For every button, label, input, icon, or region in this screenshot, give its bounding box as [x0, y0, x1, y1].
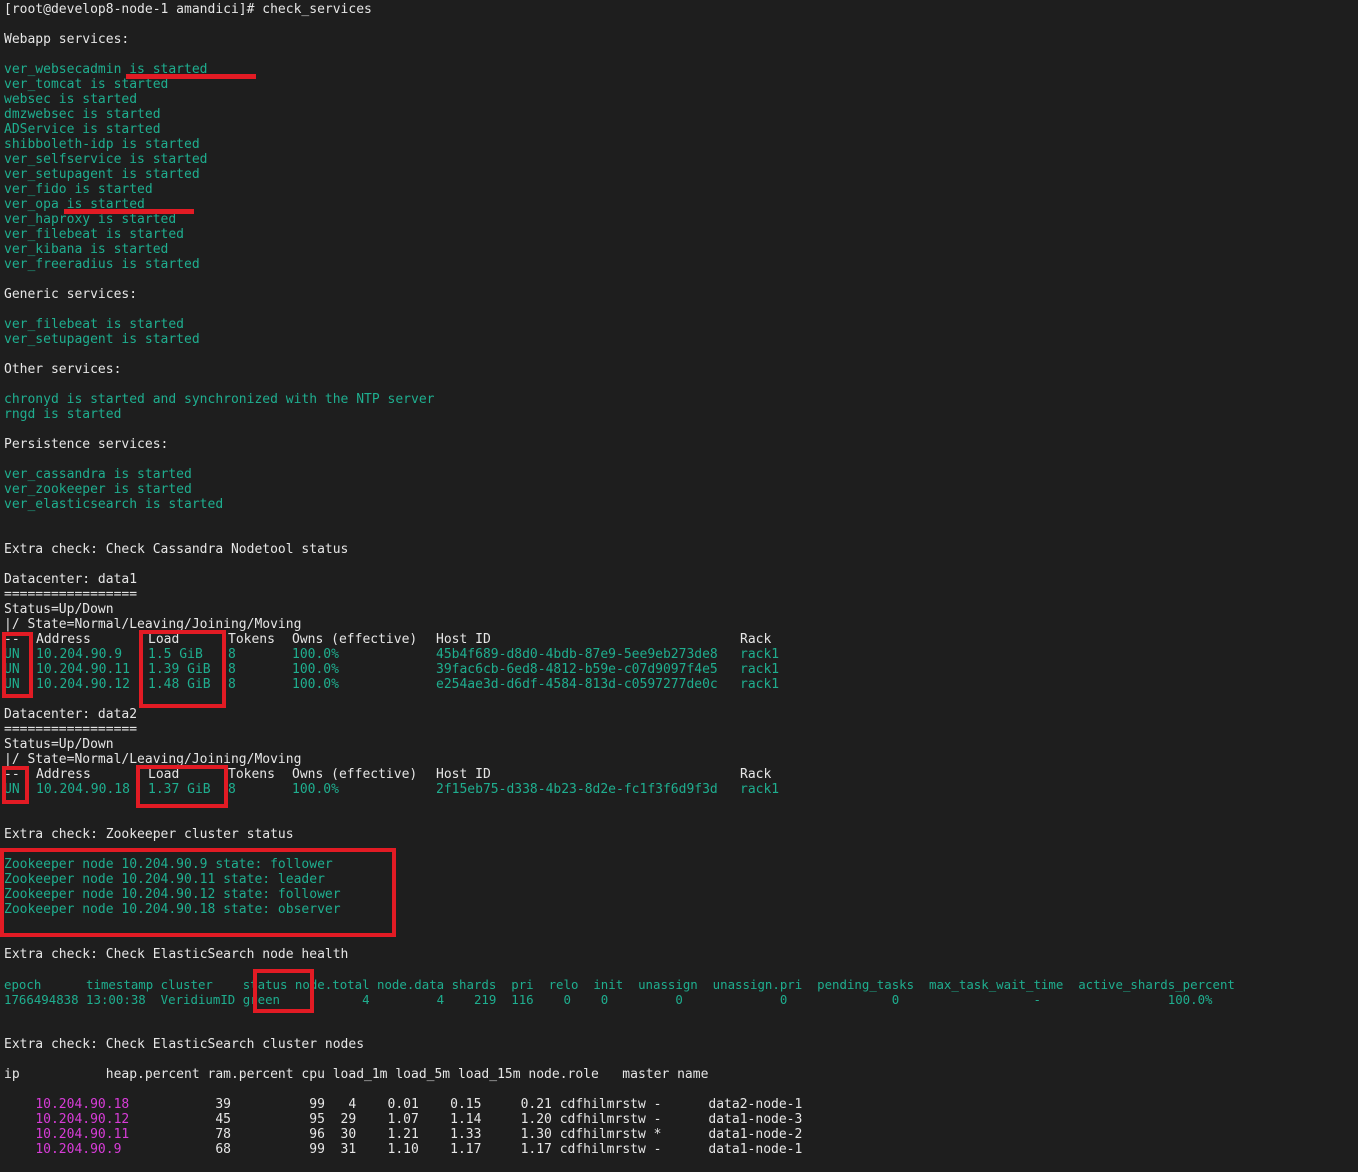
- service-line: dmzwebsec is started: [4, 107, 161, 122]
- persistence-services-header: Persistence services:: [4, 437, 169, 452]
- node-address: 10.204.90.18: [36, 782, 130, 797]
- datacenter-title: Datacenter: data2: [4, 707, 138, 722]
- service-line: ver_setupagent is started: [4, 167, 200, 182]
- service-line: shibboleth-idp is started: [4, 137, 200, 152]
- red-box-annotation: [2, 632, 33, 698]
- node-address: 10.204.90.11: [36, 662, 130, 677]
- red-box-annotation: [139, 630, 226, 708]
- status-legend: Status=Up/Down: [4, 737, 114, 752]
- generic-services-header: Generic services:: [4, 287, 138, 302]
- red-underline-annotation: [64, 209, 194, 214]
- es-node-row: 10.204.90.18 39 99 4 0.01 0.15 0.21 cdfh…: [4, 1082, 802, 1112]
- webapp-services-header: Webapp services:: [4, 32, 130, 47]
- node-owns: 100.0%: [292, 782, 339, 797]
- service-line: ver_cassandra is started: [4, 467, 192, 482]
- command-prompt: [root@develop8-node-1 amandici]# check_s…: [4, 2, 372, 17]
- node-rack: rack1: [740, 662, 780, 677]
- other-services-header: Other services:: [4, 362, 122, 377]
- column-header: Address: [36, 632, 91, 647]
- status-legend: Status=Up/Down: [4, 602, 114, 617]
- es-node-row: 10.204.90.11 78 96 30 1.21 1.33 1.30 cdf…: [4, 1112, 802, 1142]
- node-address: 10.204.90.12: [36, 677, 130, 692]
- service-line: ver_tomcat is started: [4, 77, 169, 92]
- service-line: ver_filebeat is started: [4, 227, 185, 242]
- node-tokens: 8: [228, 662, 236, 677]
- red-box-annotation: [253, 969, 314, 1013]
- es-nodes-check-header: Extra check: Check ElasticSearch cluster…: [4, 1037, 365, 1052]
- node-owns: 100.0%: [292, 677, 339, 692]
- node-rack: rack1: [740, 647, 780, 662]
- service-line: ver_filebeat is started: [4, 317, 185, 332]
- es-health-values: 1766494838 13:00:38 VeridiumID green 4 4…: [4, 992, 1213, 1007]
- service-line: ver_setupagent is started: [4, 332, 200, 347]
- column-header: Rack: [740, 632, 772, 647]
- datacenter-underline: =================: [4, 722, 138, 737]
- terminal-window[interactable]: [root@develop8-node-1 amandici]# check_s…: [0, 0, 1358, 1157]
- node-tokens: 8: [228, 782, 236, 797]
- column-header: Host ID: [436, 632, 491, 647]
- node-address: 10.204.90.9: [36, 647, 123, 662]
- node-tokens: 8: [228, 677, 236, 692]
- node-host-id: 45b4f689-d8d0-4bdb-87e9-5ee9eb273de8: [436, 647, 718, 662]
- column-header: Tokens: [228, 632, 275, 647]
- service-line: ver_kibana is started: [4, 242, 169, 257]
- node-rack: rack1: [740, 782, 780, 797]
- service-line: ver_fido is started: [4, 182, 153, 197]
- node-host-id: 2f15eb75-d338-4b23-8d2e-fc1f3f6d9f3d: [436, 782, 718, 797]
- column-header: Owns (effective): [292, 767, 418, 782]
- node-host-id: e254ae3d-d6df-4584-813d-c0597277de0c: [436, 677, 718, 692]
- service-line: websec is started: [4, 92, 138, 107]
- column-header: Address: [36, 767, 91, 782]
- service-line: ver_elasticsearch is started: [4, 497, 224, 512]
- es-node-row: 10.204.90.12 45 95 29 1.07 1.14 1.20 cdf…: [4, 1097, 802, 1127]
- node-tokens: 8: [228, 647, 236, 662]
- service-line: ver_zookeeper is started: [4, 482, 192, 497]
- cassandra-check-header: Extra check: Check Cassandra Nodetool st…: [4, 542, 349, 557]
- es-node-row: 10.204.90.9 68 99 31 1.10 1.17 1.17 cdfh…: [4, 1127, 802, 1157]
- node-rack: rack1: [740, 677, 780, 692]
- red-box-annotation: [136, 765, 228, 808]
- node-owns: 100.0%: [292, 647, 339, 662]
- node-owns: 100.0%: [292, 662, 339, 677]
- es-node-stats: 68 99 31 1.10 1.17 1.17 cdfhilmrstw - da…: [121, 1142, 803, 1157]
- service-line: ver_selfservice is started: [4, 152, 208, 167]
- column-header: Tokens: [228, 767, 275, 782]
- service-line: ver_haproxy is started: [4, 212, 177, 227]
- service-line: chronyd is started and synchronized with…: [4, 392, 435, 407]
- column-header: Rack: [740, 767, 772, 782]
- es-node-ip: 10.204.90.9: [35, 1142, 122, 1157]
- datacenter-underline: =================: [4, 587, 138, 602]
- service-line: ADService is started: [4, 122, 161, 137]
- red-box-annotation: [0, 848, 396, 937]
- service-line: rngd is started: [4, 407, 122, 422]
- column-header: Host ID: [436, 767, 491, 782]
- red-underline-annotation: [126, 74, 256, 79]
- datacenter-title: Datacenter: data1: [4, 572, 138, 587]
- service-line: ver_freeradius is started: [4, 257, 200, 272]
- es-health-columns: epoch timestamp cluster status node.tota…: [4, 977, 1235, 992]
- node-host-id: 39fac6cb-6ed8-4812-b59e-c07d9097f4e5: [436, 662, 718, 677]
- red-box-annotation: [2, 766, 29, 804]
- es-health-check-header: Extra check: Check ElasticSearch node he…: [4, 947, 349, 962]
- column-header: Owns (effective): [292, 632, 418, 647]
- zookeeper-check-header: Extra check: Zookeeper cluster status: [4, 827, 294, 842]
- es-nodes-columns: ip heap.percent ram.percent cpu load_1m …: [4, 1067, 709, 1082]
